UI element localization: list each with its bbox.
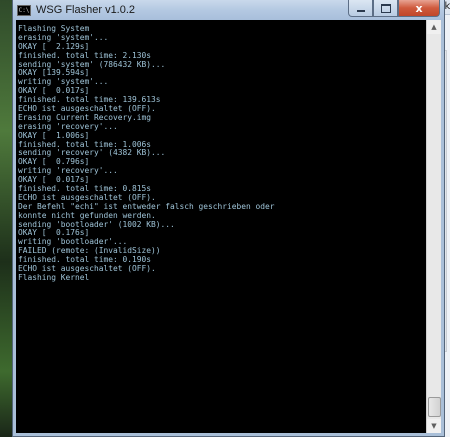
close-icon: x: [415, 1, 423, 15]
scrollbar-thumb[interactable]: [428, 397, 441, 417]
close-button[interactable]: x: [398, 0, 440, 17]
scroll-up-arrow-icon[interactable]: ▲: [427, 20, 441, 34]
caption-buttons: x: [348, 0, 440, 18]
window-title: WSG Flasher v1.0.2: [36, 4, 136, 16]
desktop-background: [0, 0, 12, 437]
console-line: Flashing Kernel: [18, 272, 90, 282]
vertical-scrollbar[interactable]: ▲ ▼: [426, 20, 441, 433]
minimize-button[interactable]: [348, 0, 373, 17]
maximize-icon: [380, 3, 391, 13]
scroll-down-arrow-icon[interactable]: ▼: [427, 419, 441, 433]
minimize-icon: [356, 10, 365, 12]
maximize-button[interactable]: [373, 0, 398, 17]
console-output-area[interactable]: Flashing System erasing 'system'... OKAY […: [16, 20, 441, 433]
console-app-icon: C:\: [17, 4, 31, 16]
console-output: Flashing System erasing 'system'... OKAY […: [18, 24, 425, 283]
title-bar[interactable]: C:\ WSG Flasher v1.0.2 x: [13, 0, 444, 20]
console-window[interactable]: C:\ WSG Flasher v1.0.2 x Flashing System…: [12, 0, 445, 437]
